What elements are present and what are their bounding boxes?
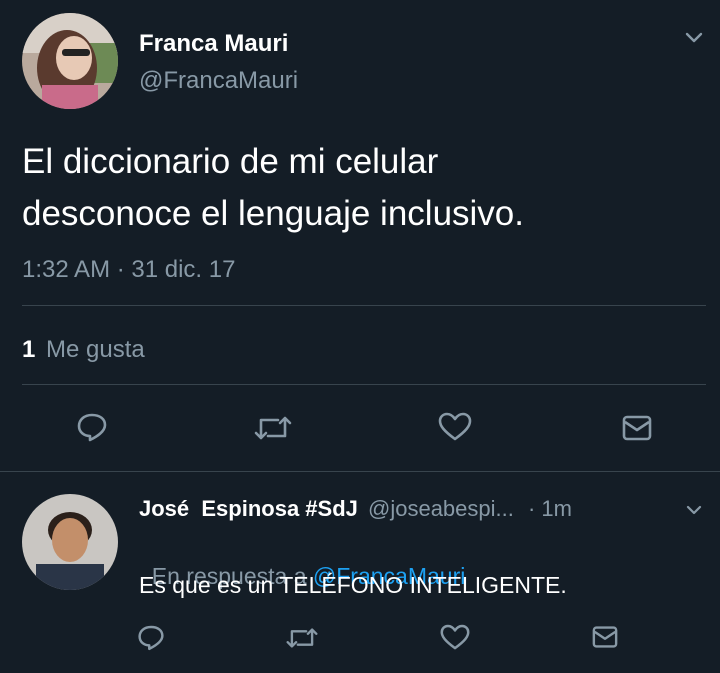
- section-divider: [0, 471, 720, 472]
- likes-number: 1: [22, 336, 36, 363]
- retweet-icon[interactable]: [286, 626, 318, 650]
- author-name[interactable]: Franca Mauri: [139, 30, 288, 58]
- avatar[interactable]: [22, 13, 118, 109]
- chevron-down-icon[interactable]: [686, 504, 702, 516]
- avatar[interactable]: [22, 494, 118, 590]
- divider: [22, 305, 706, 306]
- author-handle[interactable]: @FrancaMauri: [139, 67, 298, 95]
- tweet-text-line-2: desconoce el lenguaje inclusivo.: [22, 194, 524, 233]
- tweet-text-line-1: El diccionario de mi celular: [22, 142, 439, 181]
- dm-icon[interactable]: [592, 625, 618, 649]
- tweet-time[interactable]: · 1m: [528, 496, 572, 521]
- reply-text: Es que es un TELÉFONO INTELIGENTE.: [139, 572, 567, 598]
- author-handle[interactable]: @joseabespi...: [368, 496, 514, 521]
- reply-header: José Espinosa #SdJ @joseabespi... · 1m: [139, 496, 572, 522]
- like-icon[interactable]: [438, 412, 472, 442]
- retweet-icon[interactable]: [254, 414, 292, 442]
- author-name[interactable]: José Espinosa #SdJ: [139, 496, 358, 521]
- like-icon[interactable]: [440, 624, 470, 651]
- dm-icon[interactable]: [622, 414, 652, 442]
- likes-count[interactable]: 1 Me gusta: [22, 336, 145, 364]
- reply-icon[interactable]: [137, 624, 165, 651]
- tweet-timestamp[interactable]: 1:32 AM · 31 dic. 17: [22, 256, 235, 284]
- chevron-down-icon[interactable]: [685, 31, 703, 45]
- likes-label: Me gusta: [46, 336, 145, 363]
- divider: [22, 384, 706, 385]
- reply-icon[interactable]: [76, 412, 108, 442]
